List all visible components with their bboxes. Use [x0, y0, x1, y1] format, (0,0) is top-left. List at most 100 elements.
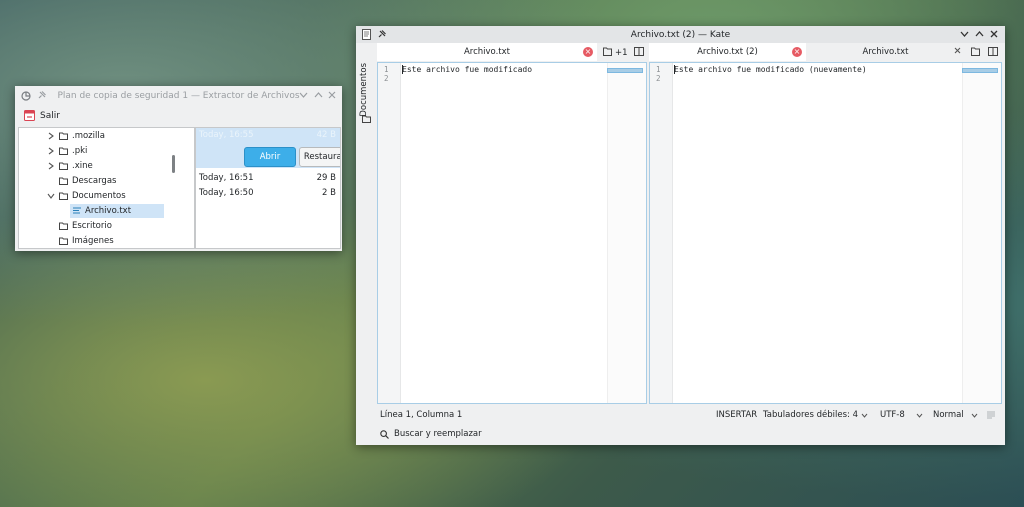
line-number-gutter: 1 2 [650, 63, 673, 403]
folder-icon [59, 177, 68, 185]
tab-archivo-txt-left[interactable]: Archivo.txt × [377, 43, 597, 61]
maximize-icon[interactable] [314, 92, 323, 98]
chevron-down-icon [916, 413, 923, 418]
search-replace-label: Buscar y reemplazar [394, 429, 482, 439]
right-editor-pane[interactable]: 1 2 Este archivo fue modificado (nuevame… [649, 62, 1002, 404]
folder-icon [59, 147, 68, 155]
tree-item-label: .pki [72, 146, 88, 156]
split-view-icon[interactable] [634, 47, 644, 56]
tree-item[interactable]: .pki [19, 144, 175, 158]
tree-item[interactable]: .mozilla [19, 129, 175, 143]
version-size: 2 B [322, 188, 336, 198]
version-time: Today, 16:50 [199, 188, 254, 198]
tab-label: Archivo.txt (2) [697, 47, 758, 57]
minimap-viewport[interactable] [962, 68, 998, 73]
line-number: 2 [656, 74, 661, 83]
left-tabbar: Archivo.txt × +1 [377, 43, 647, 61]
minimap[interactable] [962, 63, 1001, 403]
pin-icon[interactable] [377, 30, 386, 39]
cursor-position[interactable]: Línea 1, Columna 1 [380, 410, 462, 420]
version-item[interactable]: Today, 16:50 2 B [196, 186, 340, 200]
indentation-label: Tabuladores débiles: 4 [763, 410, 858, 420]
minimize-icon[interactable] [299, 92, 308, 98]
documents-sidebar-tab[interactable]: Documentos [359, 63, 369, 117]
maximize-icon[interactable] [975, 31, 984, 37]
tab-label: Archivo.txt [862, 47, 909, 57]
close-icon[interactable] [990, 30, 998, 38]
chevron-down-icon[interactable] [47, 193, 55, 199]
kate-window-title: Archivo.txt (2) — Kate [630, 30, 731, 40]
code-line[interactable]: Este archivo fue modificado (nuevamente) [674, 65, 867, 74]
new-file-icon[interactable] [971, 47, 980, 56]
kate-sidebar: Documentos [356, 43, 376, 445]
version-size: 42 B [316, 130, 336, 140]
pin-icon[interactable] [37, 91, 46, 100]
folder-icon[interactable] [362, 115, 371, 123]
encoding-selector[interactable]: UTF-8 [880, 410, 923, 420]
close-icon[interactable] [328, 91, 336, 99]
tree-item-selected[interactable]: Archivo.txt [70, 204, 164, 218]
line-number: 1 [384, 65, 389, 74]
code-line[interactable]: Este archivo fue modificado [402, 65, 532, 74]
version-item[interactable]: Today, 16:51 29 B [196, 171, 340, 185]
quit-label: Salir [40, 110, 60, 121]
quit-button[interactable]: Salir [24, 110, 60, 121]
chevron-down-icon [861, 413, 868, 418]
tree-item-label: Escritorio [72, 221, 112, 231]
chevron-down-icon [971, 413, 978, 418]
tree-item[interactable]: Escritorio [19, 219, 175, 233]
tree-item-label: .xine [72, 161, 93, 171]
line-number: 2 [384, 74, 389, 83]
tree-item-label: Imágenes [72, 236, 114, 246]
hidden-tabs-count[interactable]: +1 [615, 48, 628, 58]
backup-extractor-window: Plan de copia de seguridad 1 — Extractor… [15, 86, 342, 251]
folder-icon [59, 132, 68, 140]
encoding-label: UTF-8 [880, 410, 905, 420]
tab-archivo-txt-right[interactable]: Archivo.txt [807, 43, 964, 61]
tree-item-label: .mozilla [72, 131, 105, 141]
line-number: 1 [656, 65, 661, 74]
new-file-icon[interactable] [603, 47, 612, 56]
tab-close-icon[interactable]: × [583, 47, 593, 57]
backup-titlebar: Plan de copia de seguridad 1 — Extractor… [15, 86, 342, 106]
kate-titlebar: Archivo.txt (2) — Kate [356, 26, 1005, 43]
highlight-mode-selector[interactable]: Normal [933, 410, 978, 420]
minimap-viewport[interactable] [607, 68, 643, 73]
tab-close-icon[interactable]: × [792, 47, 802, 57]
input-mode[interactable]: INSERTAR [716, 410, 757, 420]
tree-item-label: Descargas [72, 176, 117, 186]
version-item-selected[interactable]: Today, 16:55 42 B [196, 128, 340, 142]
tree-item[interactable]: Documentos [19, 189, 175, 203]
file-tree[interactable]: .mozilla .pki .xine Descargas Documentos… [18, 127, 195, 249]
kate-app-icon[interactable] [362, 29, 371, 40]
tree-scrollbar[interactable] [172, 155, 175, 173]
folder-icon [59, 192, 68, 200]
chevron-right-icon[interactable] [48, 147, 54, 155]
chevron-right-icon[interactable] [48, 162, 54, 170]
open-button[interactable]: Abrir [244, 147, 296, 167]
chevron-right-icon[interactable] [48, 132, 54, 140]
app-menu-icon[interactable] [21, 91, 31, 101]
tree-item[interactable]: Descargas [19, 174, 175, 188]
tab-archivo-2[interactable]: Archivo.txt (2) × [649, 43, 806, 61]
restore-button[interactable]: Restaurar [299, 147, 340, 167]
left-editor-pane[interactable]: 1 2 Este archivo fue modificado [377, 62, 647, 404]
kate-window: Archivo.txt (2) — Kate Documentos Archiv… [356, 26, 1005, 445]
tree-item-label: Documentos [72, 191, 126, 201]
line-number-gutter: 1 2 [378, 63, 401, 403]
minimap[interactable] [607, 63, 646, 403]
status-bar: Línea 1, Columna 1 INSERTAR Tabuladores … [376, 406, 1005, 424]
version-list[interactable]: Today, 16:55 42 B Abrir Restaurar Today,… [195, 127, 341, 249]
text-file-icon [73, 207, 81, 215]
folder-icon [59, 237, 68, 245]
split-view-icon[interactable] [988, 47, 998, 56]
tree-item[interactable]: .xine [19, 159, 175, 173]
minimize-icon[interactable] [960, 31, 969, 37]
tree-item-label: Archivo.txt [85, 206, 132, 216]
tree-item[interactable]: Imágenes [19, 234, 175, 248]
quit-icon [24, 110, 35, 121]
menu-lines-icon[interactable] [987, 411, 995, 419]
indentation-selector[interactable]: Tabuladores débiles: 4 [763, 410, 868, 420]
tab-close-icon[interactable] [954, 47, 961, 54]
search-replace-button[interactable]: Buscar y reemplazar [380, 429, 482, 439]
